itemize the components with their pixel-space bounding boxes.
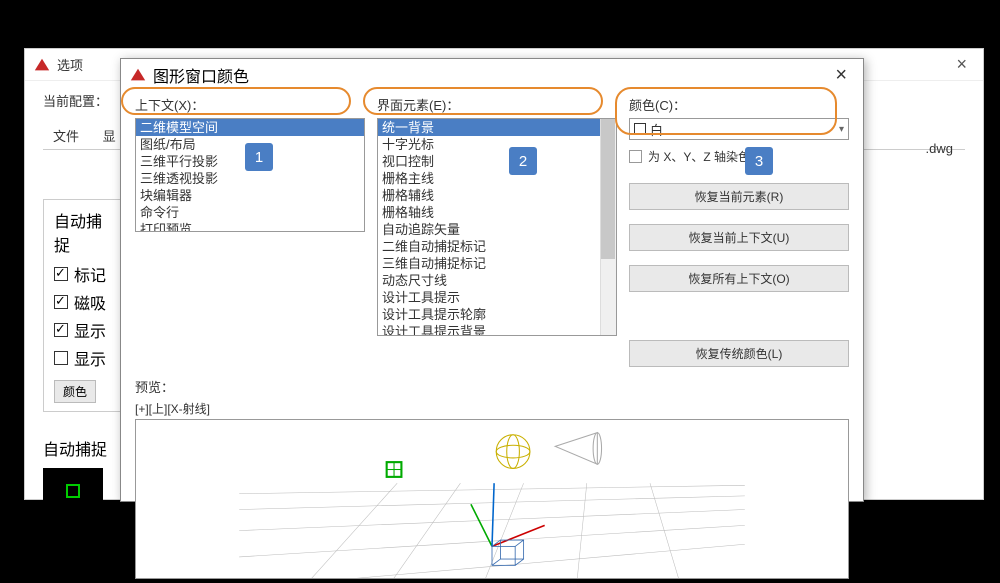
cb-show2-row[interactable]: 显示 (54, 346, 110, 370)
list-item[interactable]: 打印预览 (136, 221, 364, 232)
list-item[interactable]: 自动追踪矢量 (378, 221, 616, 238)
element-label: 界面元素(E)： (377, 95, 617, 114)
context-label: 上下文(X)： (135, 95, 365, 114)
preview-section: 预览： [+][上][X-射线] (135, 377, 849, 579)
autosnap-title: 自动捕捉 (54, 208, 110, 256)
color-titlebar: 图形窗口颜色 × (121, 59, 863, 91)
badge-3: 3 (745, 147, 773, 175)
color-dialog-title: 图形窗口颜色 (153, 63, 249, 87)
list-item[interactable]: 块编辑器 (136, 187, 364, 204)
preview-canvas (135, 419, 849, 579)
app-icon (129, 66, 147, 84)
scrollbar[interactable] (600, 119, 616, 335)
cb-show1-row[interactable]: 显示 (54, 318, 110, 342)
app-icon (33, 56, 51, 74)
list-item[interactable]: 视口控制 (378, 153, 616, 170)
list-item[interactable]: 统一背景 (378, 119, 616, 136)
list-item[interactable]: 二维模型空间 (136, 119, 364, 136)
close-icon[interactable]: × (827, 64, 855, 87)
cb-show2-label: 显示 (74, 346, 106, 370)
cb-show1-label: 显示 (74, 318, 106, 342)
list-item[interactable]: 十字光标 (378, 136, 616, 153)
tint-row[interactable]: 为 X、Y、Z 轴染色(T) (629, 148, 849, 165)
dwg-hint: .dwg (926, 141, 953, 156)
badge-1: 1 (245, 143, 273, 171)
list-item[interactable]: 三维自动捕捉标记 (378, 255, 616, 272)
restore-button[interactable]: 恢复传统颜色(L) (629, 340, 849, 367)
element-listbox[interactable]: 统一背景十字光标视口控制栅格主线栅格辅线栅格轴线自动追踪矢量二维自动捕捉标记三维… (377, 118, 617, 336)
list-item[interactable]: 栅格主线 (378, 170, 616, 187)
context-listbox[interactable]: 二维模型空间图纸/布局三维平行投影三维透视投影块编辑器命令行打印预览 (135, 118, 365, 232)
color-body: 上下文(X)： 二维模型空间图纸/布局三维平行投影三维透视投影块编辑器命令行打印… (121, 91, 863, 583)
list-item[interactable]: 设计工具提示 (378, 289, 616, 306)
restore-button[interactable]: 恢复所有上下文(O) (629, 265, 849, 292)
color-combo[interactable]: 白 ▾ (629, 118, 849, 140)
list-item[interactable]: 设计工具提示轮廓 (378, 306, 616, 323)
chevron-down-icon: ▾ (839, 124, 844, 135)
preview-label: 预览： (135, 377, 849, 396)
cb-mark-label: 标记 (74, 262, 106, 286)
cb-mark-row[interactable]: 标记 (54, 262, 110, 286)
list-item[interactable]: 三维透视投影 (136, 170, 364, 187)
list-item[interactable]: 命令行 (136, 204, 364, 221)
snap-marker-icon (66, 484, 80, 498)
checkbox-icon[interactable] (54, 323, 68, 337)
autosnap-group: 自动捕捉 标记 磁吸 显示 显示 颜色 (43, 199, 121, 412)
checkbox-icon[interactable] (54, 351, 68, 365)
badge-2: 2 (509, 147, 537, 175)
snap-preview (43, 468, 103, 514)
color-swatch-icon (634, 123, 646, 135)
list-item[interactable]: 栅格轴线 (378, 204, 616, 221)
list-item[interactable]: 动态尺寸线 (378, 272, 616, 289)
restore-button[interactable]: 恢复当前上下文(U) (629, 224, 849, 251)
cb-magnet-label: 磁吸 (74, 290, 106, 314)
color-dialog: 图形窗口颜色 × 上下文(X)： 二维模型空间图纸/布局三维平行投影三维透视投影… (120, 58, 864, 502)
options-title: 选项 (57, 55, 83, 74)
list-item[interactable]: 二维自动捕捉标记 (378, 238, 616, 255)
checkbox-icon[interactable] (54, 295, 68, 309)
restore-button[interactable]: 恢复当前元素(R) (629, 183, 849, 210)
list-item[interactable]: 栅格辅线 (378, 187, 616, 204)
scroll-thumb[interactable] (601, 119, 615, 259)
checkbox-icon[interactable] (629, 150, 642, 163)
color-label: 颜色(C)： (629, 95, 849, 114)
color-button[interactable]: 颜色 (54, 380, 96, 403)
cb-magnet-row[interactable]: 磁吸 (54, 290, 110, 314)
preview-overlay-text: [+][上][X-射线] (135, 400, 849, 417)
preview-svg (136, 420, 848, 578)
options-close-icon[interactable]: × (948, 54, 975, 75)
color-value: 白 (650, 120, 663, 139)
checkbox-icon[interactable] (54, 267, 68, 281)
tab-file[interactable]: 文件 (43, 122, 89, 149)
list-item[interactable]: 设计工具提示背景 (378, 323, 616, 336)
